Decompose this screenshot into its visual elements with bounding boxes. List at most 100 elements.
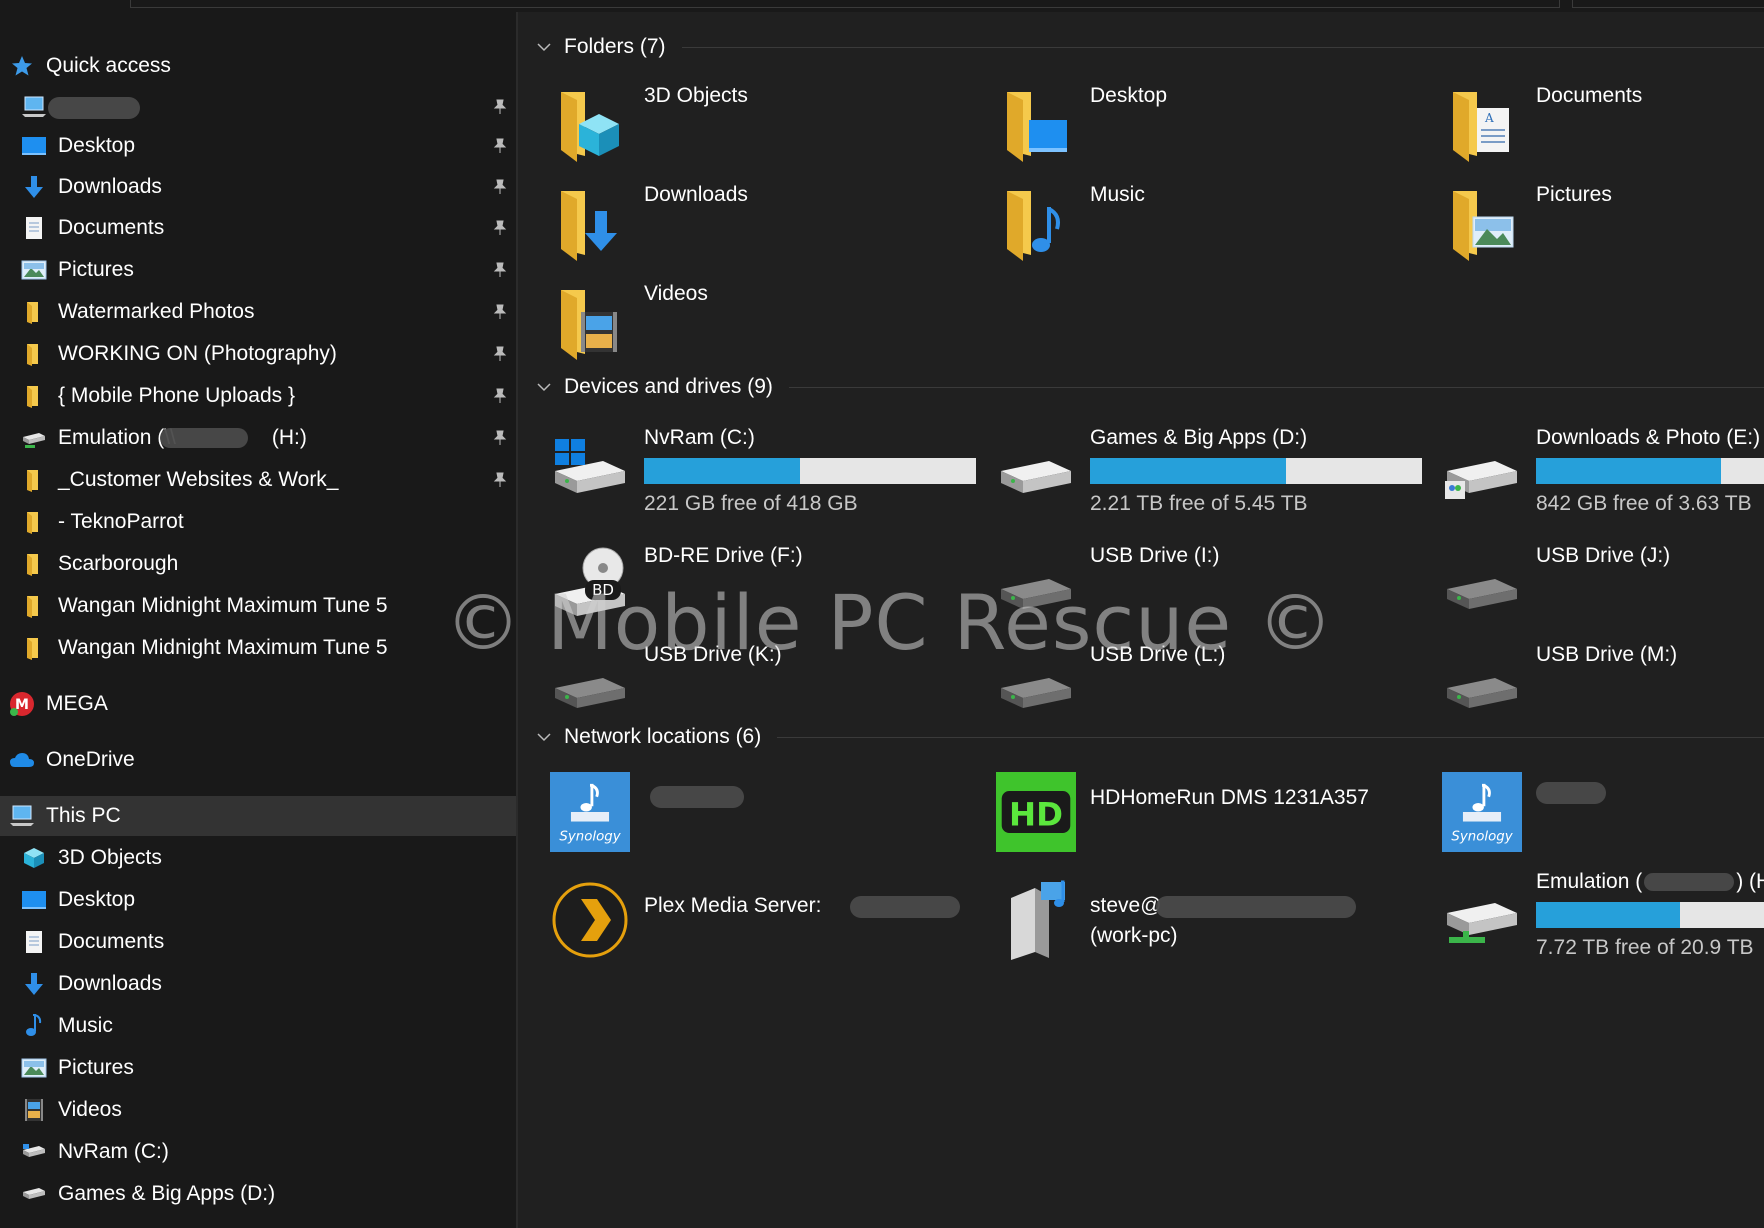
nav-quick-access[interactable]: Quick access (0, 46, 516, 86)
nav-pc-documents[interactable]: Documents (0, 922, 516, 962)
nav-item-emulation[interactable]: Emulation (\\ (H:) (0, 418, 516, 458)
nav-onedrive[interactable]: OneDrive (0, 740, 516, 780)
chevron-down-icon[interactable] (534, 732, 554, 742)
drive-tile-k[interactable]: USB Drive (K:) (550, 635, 970, 731)
folder-tile-videos[interactable]: Videos (550, 274, 970, 370)
hdhomerun-icon: HD (996, 764, 1076, 860)
drive-tile-f[interactable]: BD BD-RE Drive (F:) (550, 536, 970, 632)
group-header-devices[interactable]: Devices and drives (9) (534, 372, 1764, 402)
folder-tile-3d-objects[interactable]: 3D Objects (550, 76, 970, 172)
nav-pc-pictures[interactable]: Pictures (0, 1048, 516, 1088)
nav-pc-3d-objects[interactable]: 3D Objects (0, 838, 516, 878)
nav-label: NvRam (C:) (58, 1140, 169, 1163)
nav-pc-videos[interactable]: Videos (0, 1090, 516, 1130)
bd-drive-icon: BD (550, 536, 630, 632)
folder-music-icon (996, 175, 1076, 271)
drive-tile-e[interactable]: Downloads & Photo (E:) 842 GB free of 3.… (1442, 418, 1764, 515)
folder-tile-documents[interactable]: A Documents (1442, 76, 1764, 172)
pin-icon[interactable] (490, 260, 510, 280)
pin-icon[interactable] (490, 218, 510, 238)
network-tile-plex[interactable]: Plex Media Server: (550, 872, 970, 968)
folder-tile-pictures[interactable]: Pictures (1442, 175, 1764, 271)
nav-item-downloads[interactable]: Downloads (0, 167, 516, 207)
divider (777, 736, 1764, 738)
usage-bar-fill (644, 458, 801, 484)
nav-mega[interactable]: M MEGA (0, 684, 516, 724)
svg-text:A: A (1484, 111, 1494, 125)
nav-pc-desktop[interactable]: Desktop (0, 880, 516, 920)
drive-tile-l[interactable]: USB Drive (L:) (996, 635, 1416, 731)
network-tile-synology-1[interactable]: Synology (550, 764, 970, 860)
nav-item-pictures[interactable]: Pictures (0, 250, 516, 290)
nav-label: OneDrive (46, 748, 135, 771)
bd-badge: BD (592, 581, 614, 599)
nav-label: - TeknoParrot (58, 510, 184, 533)
nav-label: Emulation (\\ (58, 426, 176, 449)
folder-tile-downloads[interactable]: Downloads (550, 175, 970, 271)
pin-icon[interactable] (490, 386, 510, 406)
plex-icon (550, 872, 630, 968)
content-pane[interactable]: Folders (7) 3D Objects Desktop A Documen… (520, 12, 1764, 1228)
synology-brand: Synology (559, 830, 621, 845)
drive-tile-m[interactable]: USB Drive (M:) (1442, 635, 1764, 731)
folder-tile-desktop[interactable]: Desktop (996, 76, 1416, 172)
network-tile-emulation[interactable]: Emulation () (H:) 7.72 TB free of 20.9 T… (1442, 864, 1764, 960)
nav-pc-music[interactable]: Music (0, 1006, 516, 1046)
nav-item-mobile-uploads[interactable]: { Mobile Phone Uploads } (0, 376, 516, 416)
network-tile-media-server[interactable]: steve@ (work-pc) (996, 872, 1416, 968)
drive-label: Emulation () (H:) (1536, 870, 1764, 894)
nav-item-teknoparrot[interactable]: - TeknoParrot (0, 502, 516, 542)
pin-icon[interactable] (490, 428, 510, 448)
desktop-icon (20, 886, 48, 914)
pin-icon[interactable] (490, 136, 510, 156)
nav-label: Videos (58, 1098, 122, 1121)
title-strip (0, 0, 1764, 12)
usage-bar (1536, 458, 1764, 484)
nav-item-wangan-2[interactable]: Wangan Midnight Maximum Tune 5 (0, 628, 516, 668)
divider (681, 46, 1764, 48)
nav-label: Games & Big Apps (D:) (58, 1182, 276, 1205)
nav-item-documents[interactable]: Documents (0, 208, 516, 248)
nav-pc-downloads[interactable]: Downloads (0, 964, 516, 1004)
address-bar[interactable] (130, 0, 1560, 8)
tile-label: Documents (1536, 84, 1643, 107)
network-label-2: (work-pc) (1090, 924, 1178, 947)
chevron-down-icon[interactable] (534, 42, 554, 52)
drive-tile-c[interactable]: NvRam (C:) 221 GB free of 418 GB (550, 418, 990, 515)
navigation-pane[interactable]: Quick access Desktop Downloads Documents… (0, 12, 518, 1228)
windows-drive-icon (550, 418, 630, 514)
folder-tile-music[interactable]: Music (996, 175, 1416, 271)
network-drive-icon (1442, 864, 1522, 960)
pin-icon[interactable] (490, 302, 510, 322)
group-header-network[interactable]: Network locations (6) (534, 722, 1764, 752)
drive-tile-j[interactable]: USB Drive (J:) (1442, 536, 1764, 632)
chevron-down-icon[interactable] (534, 382, 554, 392)
nav-label: Desktop (58, 134, 136, 157)
nav-pc-nvram[interactable]: NvRam (C:) (0, 1132, 516, 1172)
nav-pc-games[interactable]: Games & Big Apps (D:) (0, 1174, 516, 1214)
nav-item-desktop[interactable]: Desktop (0, 126, 516, 166)
nav-this-pc[interactable]: This PC (0, 796, 516, 836)
folder-pictures-icon (1442, 175, 1522, 271)
nav-item-watermarked-photos[interactable]: Watermarked Photos (0, 292, 516, 332)
nav-item-scarborough[interactable]: Scarborough (0, 544, 516, 584)
drive-tile-i[interactable]: USB Drive (I:) (996, 536, 1416, 632)
tile-label: Music (1090, 183, 1145, 206)
nav-item-customer-websites[interactable]: _Customer Websites & Work_ (0, 460, 516, 500)
network-tile-hdhomerun[interactable]: HD HDHomeRun DMS 1231A357 (996, 764, 1416, 860)
search-box[interactable] (1572, 0, 1764, 8)
nav-item-computer[interactable] (0, 87, 516, 127)
usb-drive-icon (550, 635, 630, 731)
divider (788, 386, 1764, 388)
group-header-folders[interactable]: Folders (7) (534, 32, 1764, 62)
pin-icon[interactable] (490, 344, 510, 364)
nav-item-wangan-1[interactable]: Wangan Midnight Maximum Tune 5 (0, 586, 516, 626)
network-label: steve@ (1090, 894, 1162, 917)
pin-icon[interactable] (490, 470, 510, 490)
nav-item-working-on[interactable]: WORKING ON (Photography) (0, 334, 516, 374)
pin-icon[interactable] (490, 177, 510, 197)
network-tile-synology-2[interactable]: Synology (1442, 764, 1764, 860)
pin-icon[interactable] (490, 97, 510, 117)
synology-brand: Synology (1451, 830, 1513, 845)
drive-tile-d[interactable]: Games & Big Apps (D:) 2.21 TB free of 5.… (996, 418, 1436, 515)
